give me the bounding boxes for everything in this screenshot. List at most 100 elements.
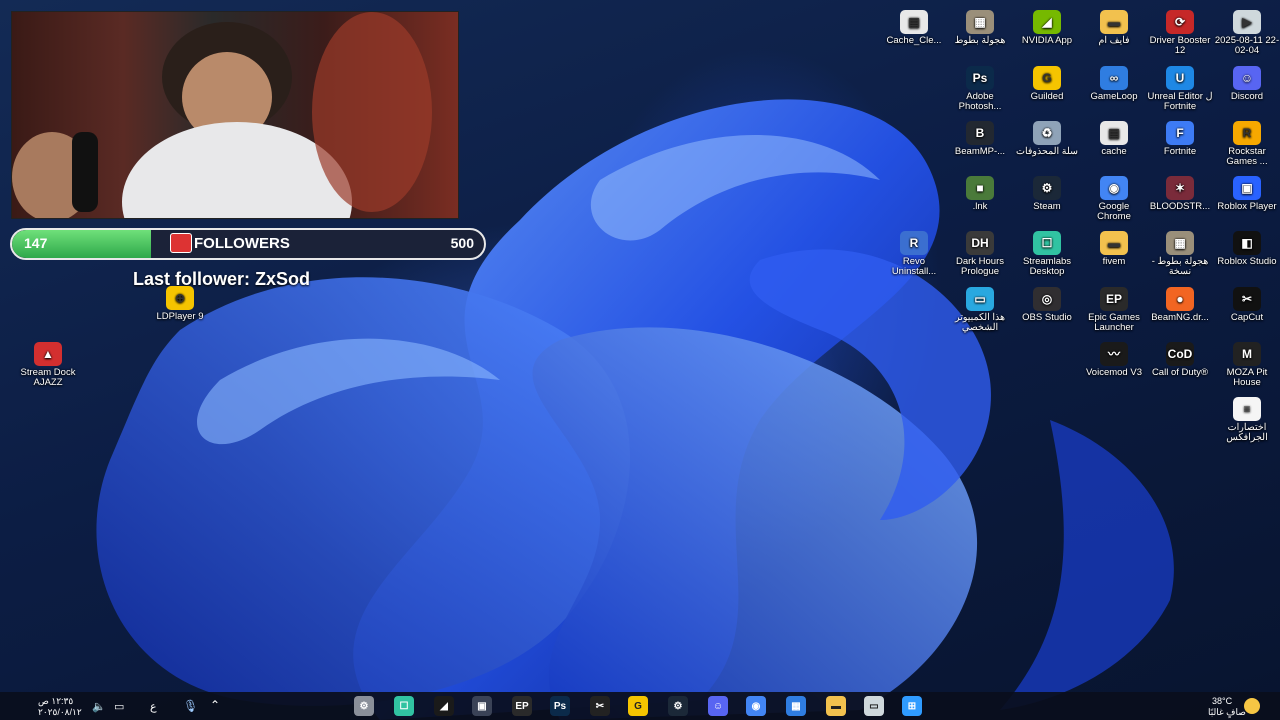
desktop-icon-recycle-bin[interactable]: ♻ سلة المحذوفات	[1014, 121, 1080, 157]
taskbar-capcut-icon[interactable]: ✂	[590, 696, 610, 716]
desktop: 147 FOLLOWERS 500 Last follower: ZxSod ▤…	[0, 0, 1280, 720]
desktop-icon-epic[interactable]: EP Epic Games Launcher	[1081, 287, 1147, 333]
streamlabs-icon: ☐	[1033, 231, 1061, 255]
chevron-up-icon[interactable]: ⌃	[210, 698, 220, 712]
follower-count: 147	[24, 235, 48, 251]
desktop-icon-revo[interactable]: R Revo Uninstall...	[881, 231, 947, 277]
desktop-icon-tour-copy[interactable]: ▦ هجولة بطوط - نسخة	[1147, 231, 1213, 277]
speaker-icon[interactable]: 🔈	[92, 700, 106, 713]
desktop-icon-cache[interactable]: ▤ cache	[1081, 121, 1147, 157]
desktop-icon-nvidia[interactable]: ◢ NVIDIA App	[1014, 10, 1080, 46]
desktop-icon-unreal-fortnite[interactable]: U Unreal Editor ل Fortnite	[1147, 66, 1213, 112]
taskbar-settings-icon[interactable]: ⚙	[354, 696, 374, 716]
desktop-icon-label: 2025-08-11 22-02-04	[1214, 35, 1280, 56]
unreal-icon: U	[1166, 66, 1194, 90]
desktop-icon-graphics-shortcuts[interactable]: ≡ اختصارات الجرافكس	[1214, 397, 1280, 443]
desktop-icon-streamlabs[interactable]: ☐ Streamlabs Desktop	[1014, 231, 1080, 277]
display-icon[interactable]: ▭	[114, 700, 124, 713]
taskbar-discord-icon[interactable]: ☺	[708, 696, 728, 716]
call-of-duty-icon: CoD	[1166, 342, 1194, 366]
desktop-icon-label: هجولة بطوط - نسخة	[1151, 256, 1209, 277]
stream-dock-icon: ▲	[34, 342, 62, 366]
image-icon: ▦	[966, 10, 994, 34]
desktop-icon-beamng[interactable]: ● BeamNG.dr...	[1147, 287, 1213, 323]
desktop-icon-lnk[interactable]: ■ .lnk	[947, 176, 1013, 212]
desktop-icon-label: BeamNG.dr...	[1151, 312, 1209, 323]
desktop-icon-tour-1[interactable]: ▦ هجولة بطوط	[947, 10, 1013, 46]
discord-icon: ☺	[1233, 66, 1261, 90]
desktop-icon-date-file[interactable]: ▶ 2025-08-11 22-02-04	[1214, 10, 1280, 56]
desktop-icon-rockstar[interactable]: R Rockstar Games ...	[1214, 121, 1280, 167]
desktop-icon-fivem[interactable]: ▬ fivem	[1081, 231, 1147, 267]
desktop-icon-ldplayer[interactable]: ⊕ LDPlayer 9	[147, 286, 213, 322]
desktop-icon-label: Voicemod V3	[1086, 367, 1142, 378]
desktop-icon-this-pc[interactable]: ▭ هذا الكمبيوتر الشخصي	[947, 287, 1013, 333]
taskbar-steam-icon[interactable]: ⚙	[668, 696, 688, 716]
desktop-icon-roblox-player[interactable]: ▣ Roblox Player	[1214, 176, 1280, 212]
desktop-icon-discord[interactable]: ☺ Discord	[1214, 66, 1280, 102]
desktop-icon-dark-hours[interactable]: DH Dark Hours Prologue	[947, 231, 1013, 277]
desktop-icon-cod[interactable]: CoD Call of Duty®	[1147, 342, 1213, 378]
desktop-icon-beammp[interactable]: B BeamMP-...	[947, 121, 1013, 157]
taskbar-epic-icon[interactable]: EP	[512, 696, 532, 716]
desktop-icon-fortnite[interactable]: F Fortnite	[1147, 121, 1213, 157]
taskbar-nvidia-icon[interactable]: ◢	[434, 696, 454, 716]
gameloop-icon: ∞	[1100, 66, 1128, 90]
desktop-icon-chrome[interactable]: ◉ Google Chrome	[1081, 176, 1147, 222]
weather-text[interactable]: صافٍ غالبًا	[1208, 707, 1246, 718]
file-icon: ▤	[900, 10, 928, 34]
this-pc-icon: ▭	[966, 287, 994, 311]
follower-badge-icon	[170, 233, 192, 253]
desktop-icon-five-m[interactable]: ▬ فايف ام	[1081, 10, 1147, 46]
desktop-icon-label: Call of Duty®	[1151, 367, 1209, 378]
bloodstrike-icon: ✶	[1166, 176, 1194, 200]
desktop-icon-steam[interactable]: ⚙ Steam	[1014, 176, 1080, 212]
desktop-icon-label: .lnk	[972, 201, 988, 212]
taskbar-windows-start-icon[interactable]: ⊞	[902, 696, 922, 716]
taskbar-app-icon[interactable]: ▣	[472, 696, 492, 716]
desktop-icon-guilded[interactable]: G Guilded	[1014, 66, 1080, 102]
desktop-icon-obs[interactable]: ◎ OBS Studio	[1014, 287, 1080, 323]
language-indicator[interactable]: ع	[150, 700, 157, 713]
desktop-icon-label: fivem	[1102, 256, 1126, 267]
microphone-icon[interactable]: 🎙	[183, 699, 198, 713]
desktop-icon-stream-dock[interactable]: ▲ Stream Dock AJAZZ	[15, 342, 81, 388]
desktop-icon-label: Adobe Photosh...	[958, 91, 1002, 112]
moza-icon: M	[1233, 342, 1261, 366]
desktop-icon-driver-booster[interactable]: ⟳ Driver Booster 12	[1147, 10, 1213, 56]
desktop-icon-voicemod[interactable]: 〰 Voicemod V3	[1081, 342, 1147, 378]
taskbar-store-icon[interactable]: ▦	[786, 696, 806, 716]
clock-time[interactable]: ١٢:٣٥ ص	[38, 696, 73, 707]
weather-temp[interactable]: 38°C	[1212, 696, 1232, 706]
desktop-icon-photoshop[interactable]: Ps Adobe Photosh...	[947, 66, 1013, 112]
epic-icon: EP	[1100, 287, 1128, 311]
desktop-icon-label: LDPlayer 9	[156, 311, 204, 322]
taskbar-guilded-icon[interactable]: G	[628, 696, 648, 716]
weather-icon[interactable]	[1244, 698, 1260, 714]
taskbar-task-view-icon[interactable]: ▭	[864, 696, 884, 716]
desktop-icon-label: اختصارات الجرافكس	[1226, 422, 1268, 443]
desktop-icon-gameloop[interactable]: ∞ GameLoop	[1081, 66, 1147, 102]
roblox-icon: ▣	[1233, 176, 1261, 200]
desktop-icon-cache-clean[interactable]: ▤ Cache_Cle...	[881, 10, 947, 46]
text-file-icon: ≡	[1233, 397, 1261, 421]
clock-date[interactable]: ٢٠٢٥/٠٨/١٢	[38, 707, 82, 718]
folder-icon: ▬	[1100, 10, 1128, 34]
follower-goal-bar: 147 FOLLOWERS 500	[10, 228, 486, 260]
taskbar-streamlabs-icon[interactable]: ☐	[394, 696, 414, 716]
webcam-overlay	[11, 11, 459, 219]
file-icon: ▤	[1100, 121, 1128, 145]
folder-icon: ▬	[1100, 231, 1128, 255]
taskbar-chrome-icon[interactable]: ◉	[746, 696, 766, 716]
rockstar-icon: R	[1233, 121, 1261, 145]
beammp-icon: B	[966, 121, 994, 145]
desktop-icon-label: سلة المحذوفات	[1016, 146, 1078, 157]
desktop-icon-roblox-studio[interactable]: ◧ Roblox Studio	[1214, 231, 1280, 267]
desktop-icon-moza[interactable]: M MOZA Pit House	[1214, 342, 1280, 388]
desktop-icon-bloodstrike[interactable]: ✶ BLOODSTR...	[1147, 176, 1213, 212]
taskbar-photoshop-icon[interactable]: Ps	[550, 696, 570, 716]
desktop-icon-label: CapCut	[1230, 312, 1264, 323]
taskbar-file-explorer-icon[interactable]: ▬	[826, 696, 846, 716]
desktop-icon-capcut[interactable]: ✂ CapCut	[1214, 287, 1280, 323]
desktop-icon-label: OBS Studio	[1022, 312, 1072, 323]
